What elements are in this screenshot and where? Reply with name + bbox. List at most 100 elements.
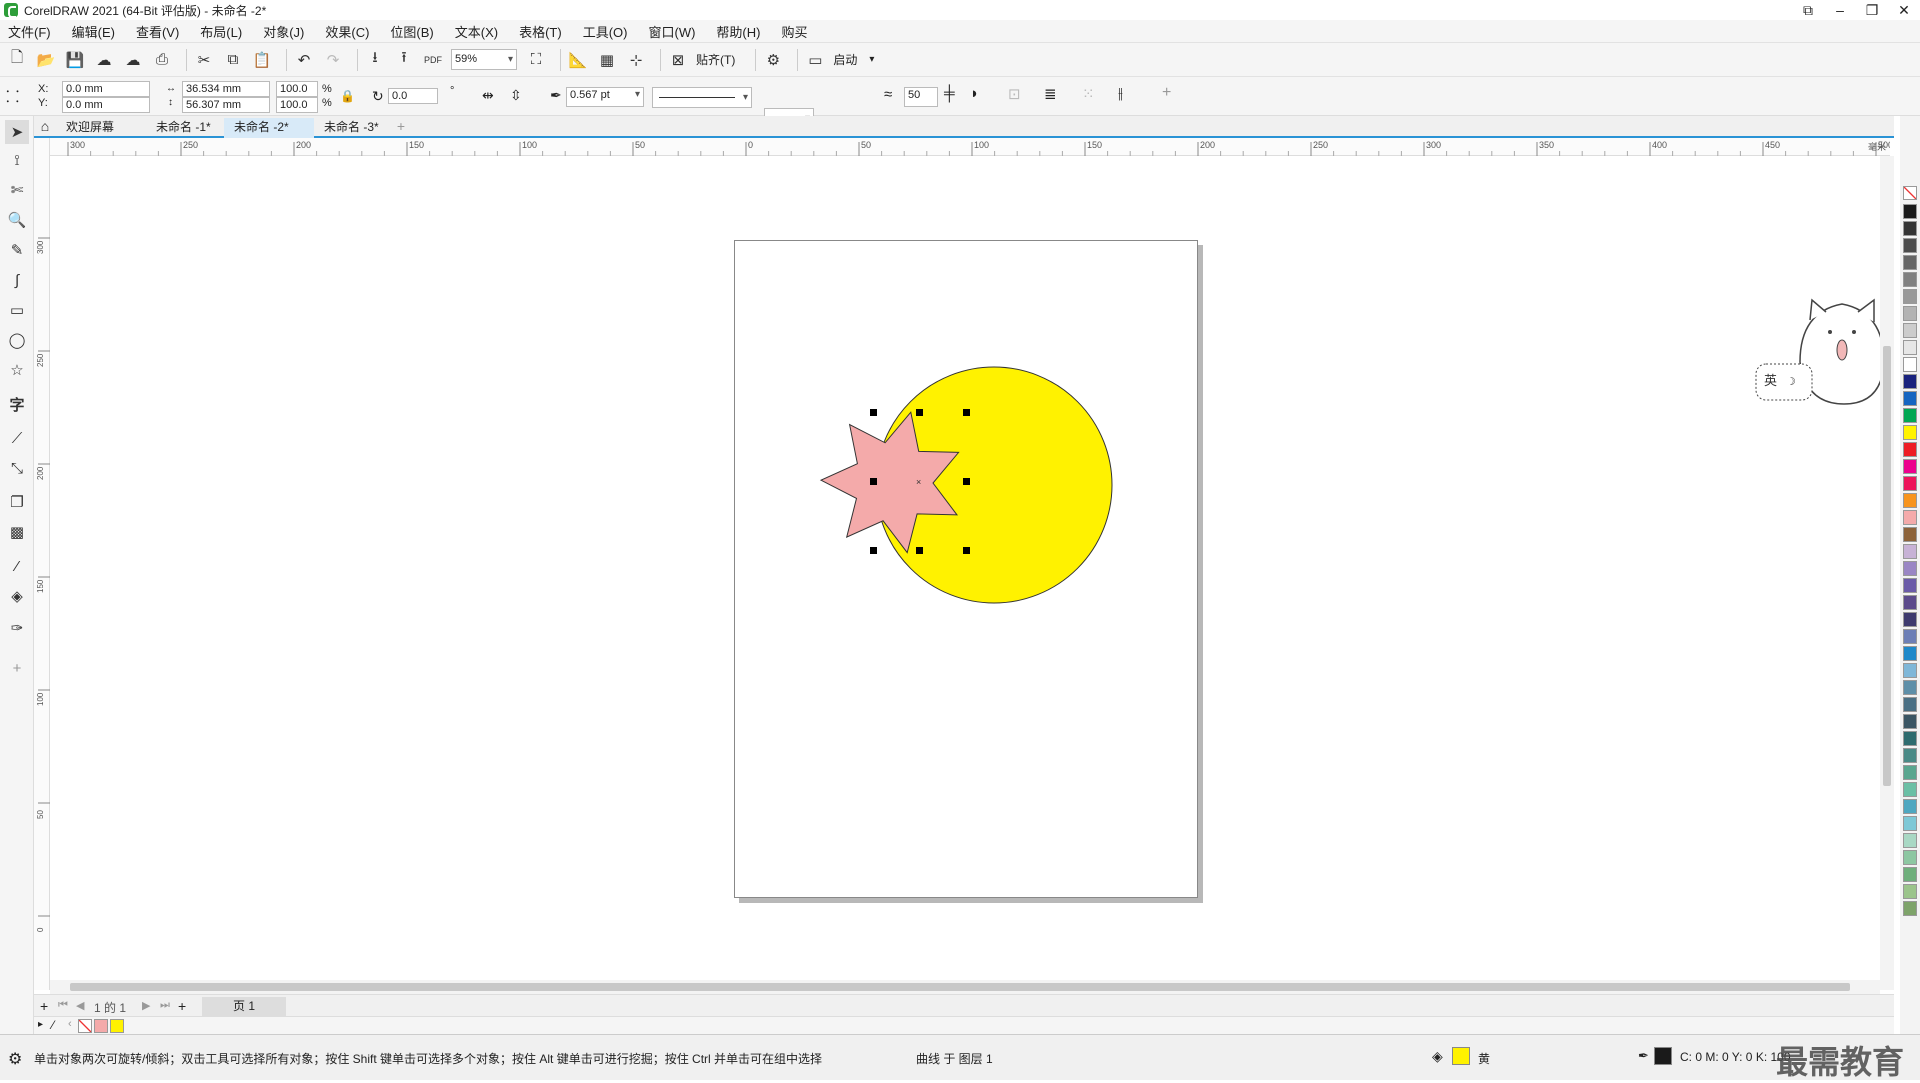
width-field[interactable]: 36.534 mm bbox=[182, 81, 270, 97]
palette-swatch[interactable] bbox=[1903, 289, 1917, 304]
minimize-button[interactable]: – bbox=[1824, 0, 1856, 20]
print-icon[interactable]: ⎙ bbox=[151, 49, 173, 71]
palette-swatch[interactable] bbox=[1903, 204, 1917, 219]
palette-swatch[interactable] bbox=[1903, 595, 1917, 610]
cloud-download-icon[interactable]: ☁ bbox=[93, 49, 115, 71]
palette-swatch[interactable] bbox=[1903, 850, 1917, 865]
scale-height-field[interactable]: 100.0 bbox=[276, 97, 318, 113]
palette-swatch[interactable] bbox=[1903, 612, 1917, 627]
add-page-after-icon[interactable]: + bbox=[178, 998, 186, 1014]
launch-icon[interactable]: ▭ bbox=[804, 49, 826, 71]
align-distribute-icon[interactable]: ⫲ bbox=[1118, 85, 1123, 102]
palette-swatch[interactable] bbox=[1903, 663, 1917, 678]
palette-swatch[interactable] bbox=[1903, 408, 1917, 423]
palette-swatch[interactable] bbox=[1903, 374, 1917, 389]
palette-swatch[interactable] bbox=[1903, 306, 1917, 321]
page-1-tab[interactable]: 页 1 bbox=[202, 997, 286, 1017]
palette-swatch[interactable] bbox=[1903, 340, 1917, 355]
maximize-button[interactable]: ❐ bbox=[1856, 0, 1888, 20]
show-rulers-icon[interactable]: 📐 bbox=[567, 49, 589, 71]
close-curve-icon[interactable]: ◗ bbox=[970, 85, 979, 102]
previous-page-icon[interactable]: ◀ bbox=[76, 999, 84, 1012]
object-origin-icon[interactable]: ⸬ bbox=[6, 85, 28, 107]
palette-swatch[interactable] bbox=[1903, 357, 1917, 372]
crop-tool-icon[interactable]: ✄ bbox=[5, 178, 29, 202]
palette-swatch[interactable] bbox=[1903, 901, 1917, 916]
snap-to-dropdown[interactable]: 贴齐(T) bbox=[696, 51, 735, 68]
menu-view[interactable]: 查看(V) bbox=[136, 22, 179, 41]
menu-bitmaps[interactable]: 位图(B) bbox=[390, 22, 433, 41]
palette-swatch[interactable] bbox=[1903, 697, 1917, 712]
palette-swatch[interactable] bbox=[1903, 816, 1917, 831]
zoom-tool-icon[interactable]: 🔍 bbox=[5, 208, 29, 232]
rectangle-tool-icon[interactable]: ▭ bbox=[5, 298, 29, 322]
palette-swatch[interactable] bbox=[1903, 884, 1917, 899]
full-screen-icon[interactable]: ⛶ bbox=[525, 49, 547, 71]
palette-swatch[interactable] bbox=[1903, 272, 1917, 287]
palette-swatch[interactable] bbox=[1903, 544, 1917, 559]
artistic-media-icon[interactable]: ∫ bbox=[5, 268, 29, 292]
ime-cat-widget[interactable]: 英 ☽ bbox=[1752, 292, 1892, 412]
palette-swatch[interactable] bbox=[1903, 459, 1917, 474]
menu-window[interactable]: 窗口(W) bbox=[648, 22, 695, 41]
palette-swatch[interactable] bbox=[1903, 493, 1917, 508]
palette-swatch[interactable] bbox=[1903, 680, 1917, 695]
add-tool-icon[interactable]: + bbox=[5, 656, 29, 680]
pick-tool-icon[interactable]: ➤ bbox=[5, 120, 29, 144]
interactive-fill-icon[interactable]: ◈ bbox=[5, 584, 29, 608]
export-icon[interactable]: ⭱ bbox=[393, 49, 415, 71]
line-style-select[interactable] bbox=[652, 87, 752, 108]
smoothing-slider-icon[interactable]: ╪ bbox=[944, 85, 955, 102]
tab-welcome-screen[interactable]: 欢迎屏幕 bbox=[56, 118, 146, 138]
palette-scroll-left-icon[interactable]: ‹ bbox=[68, 1018, 72, 1030]
palette-swatch[interactable] bbox=[1903, 731, 1917, 746]
show-grid-icon[interactable]: ▦ bbox=[596, 49, 618, 71]
trace-icon[interactable]: ⊡ bbox=[1008, 85, 1021, 103]
smoothing-field[interactable]: 50 bbox=[904, 87, 938, 107]
vertical-ruler[interactable]: 300 250 200 150 100 50 0 bbox=[34, 138, 50, 990]
palette-swatch[interactable] bbox=[1903, 782, 1917, 797]
fill-color-swatch[interactable] bbox=[1452, 1047, 1470, 1065]
close-button[interactable]: ✕ bbox=[1888, 0, 1920, 20]
palette-swatch[interactable] bbox=[1903, 510, 1917, 525]
palette-expand-icon[interactable]: ▸ bbox=[38, 1019, 43, 1030]
x-position-field[interactable]: 0.0 mm bbox=[62, 81, 150, 97]
parallel-dimension-icon[interactable]: ⟋ bbox=[5, 426, 29, 450]
freehand-tool-icon[interactable]: ✎ bbox=[5, 238, 29, 262]
horizontal-scrollbar[interactable] bbox=[50, 980, 1880, 994]
palette-swatch[interactable] bbox=[1903, 629, 1917, 644]
home-icon[interactable]: ⌂ bbox=[34, 118, 56, 136]
palette-swatch[interactable] bbox=[1903, 646, 1917, 661]
add-property-icon[interactable]: + bbox=[1162, 84, 1171, 102]
options-gear-icon[interactable]: ⚙ bbox=[762, 49, 784, 71]
lock-ratio-icon[interactable]: 🔒 bbox=[340, 89, 355, 103]
palette-swatch[interactable] bbox=[1903, 578, 1917, 593]
menu-effects[interactable]: 效果(C) bbox=[325, 22, 369, 41]
doc-pink-swatch[interactable] bbox=[94, 1019, 108, 1033]
palette-swatch[interactable] bbox=[1903, 748, 1917, 763]
cut-icon[interactable]: ✂ bbox=[193, 49, 215, 71]
palette-swatch[interactable] bbox=[1903, 238, 1917, 253]
palette-swatch[interactable] bbox=[1903, 442, 1917, 457]
no-color-swatch[interactable] bbox=[1903, 186, 1917, 200]
snap-off-icon[interactable]: ⊠ bbox=[667, 49, 689, 71]
last-page-icon[interactable]: ⏭ bbox=[160, 999, 170, 1012]
ellipse-tool-icon[interactable]: ◯ bbox=[5, 328, 29, 352]
pdf-icon[interactable]: PDF bbox=[422, 49, 444, 71]
smart-fill-icon[interactable]: ✑ bbox=[5, 616, 29, 640]
palette-swatch[interactable] bbox=[1903, 221, 1917, 236]
first-page-icon[interactable]: ⏮ bbox=[58, 999, 68, 1012]
menu-help[interactable]: 帮助(H) bbox=[716, 22, 760, 41]
paste-icon[interactable]: 📋 bbox=[251, 49, 273, 71]
palette-swatch[interactable] bbox=[1903, 765, 1917, 780]
doc-yellow-swatch[interactable] bbox=[110, 1019, 124, 1033]
menu-table[interactable]: 表格(T) bbox=[519, 22, 562, 41]
palette-swatch[interactable] bbox=[1903, 425, 1917, 440]
undo-icon[interactable]: ↶ bbox=[293, 49, 315, 71]
outline-width-select[interactable]: 0.567 pt bbox=[566, 87, 644, 107]
menu-file[interactable]: 文件(F) bbox=[8, 22, 51, 41]
show-guidelines-icon[interactable]: ⊹ bbox=[625, 49, 647, 71]
wrap-text-icon[interactable]: ≣ bbox=[1044, 85, 1057, 103]
palette-swatch[interactable] bbox=[1903, 391, 1917, 406]
menu-tools[interactable]: 工具(O) bbox=[583, 22, 628, 41]
